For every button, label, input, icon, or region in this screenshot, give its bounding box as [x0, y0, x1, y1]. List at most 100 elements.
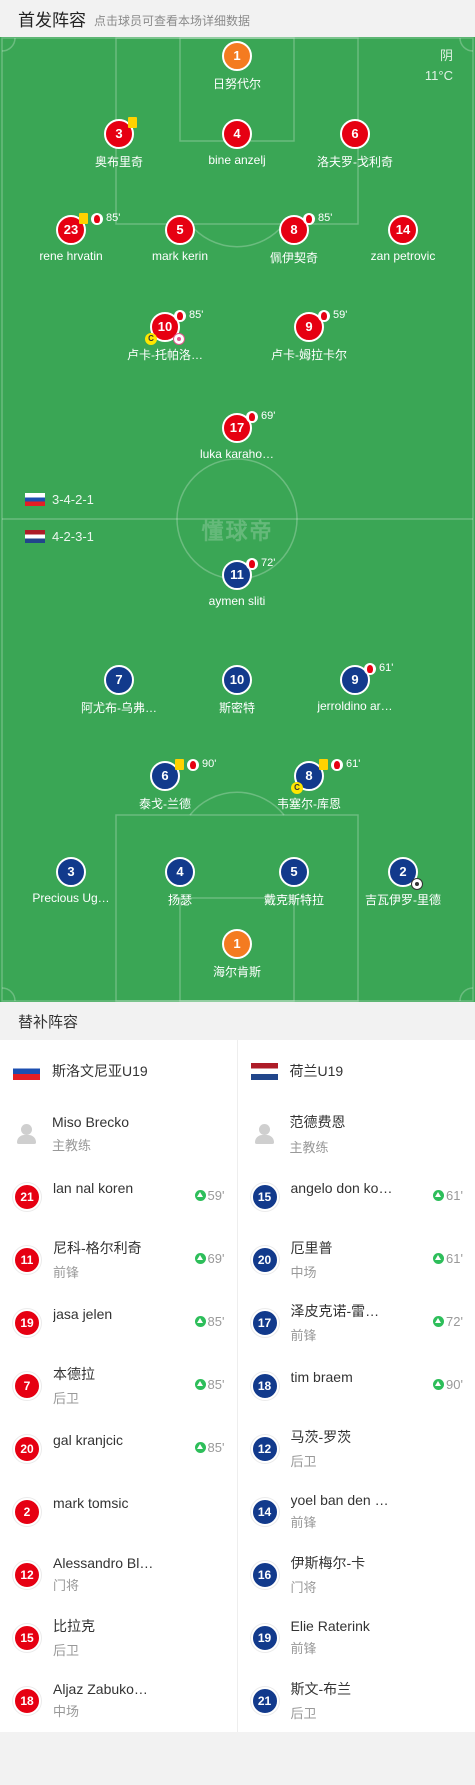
sub-player-info: gal kranjcic	[53, 1432, 168, 1448]
home-player[interactable]: 9 卢卡-姆拉卡尔 59'	[249, 309, 369, 363]
sub-in-time: 72'	[433, 1314, 463, 1329]
away-player[interactable]: 10 斯密特	[177, 665, 297, 716]
sub-player-info: yoel ban den … 前锋	[291, 1492, 406, 1531]
sub-minute: 85'	[318, 212, 333, 224]
sub-player-row[interactable]: 19 Elie Raterink 前锋	[238, 1606, 475, 1669]
away-player[interactable]: 1 海尔肯斯	[177, 929, 297, 980]
sub-in-time: 61'	[433, 1188, 463, 1203]
away-player[interactable]: 3 Precious Ug…	[11, 857, 131, 905]
player-name: zan petrovic	[370, 249, 436, 263]
player-number: 5	[279, 857, 309, 887]
sub-minute: 85'	[189, 309, 204, 321]
sub-player-row[interactable]: 15 比拉克 后卫	[0, 1606, 237, 1669]
home-player[interactable]: 1 日努代尔	[177, 41, 297, 92]
sub-player-row[interactable]: 16 伊斯梅尔-卡 门将	[238, 1543, 475, 1606]
sub-player-number: 12	[250, 1434, 279, 1463]
sub-player-row[interactable]: 21 lan nal koren 59'	[0, 1165, 237, 1228]
sub-player-row[interactable]: 20 厄里普 中场 61'	[238, 1228, 475, 1291]
away-player[interactable]: 9 jerroldino ar… 61'	[295, 662, 415, 713]
sub-player-name: angelo don ko…	[290, 1179, 393, 1196]
sub-in-time: 90'	[433, 1377, 463, 1392]
player-number: 10	[222, 665, 252, 695]
sub-player-row[interactable]: 17 泽皮克诺-雷… 前锋 72'	[238, 1291, 475, 1354]
home-coach[interactable]: Miso Brecko 主教练	[0, 1102, 237, 1165]
sub-player-position: 后卫	[53, 1391, 80, 1406]
home-formation: 3-4-2-1	[25, 492, 94, 507]
away-formation-value: 4-2-3-1	[52, 529, 94, 544]
sub-player-row[interactable]: 19 jasa jelen 85'	[0, 1291, 237, 1354]
sub-player-position: 前锋	[53, 1265, 80, 1280]
home-formation-value: 3-4-2-1	[52, 492, 94, 507]
sub-player-row[interactable]: 12 马茨-罗茨 后卫	[238, 1417, 475, 1480]
home-player[interactable]: 10 卢卡-托帕洛… 85' C	[105, 309, 225, 363]
sub-player-number: 18	[250, 1371, 279, 1400]
sub-player-position: 前锋	[290, 1328, 317, 1343]
sub-player-row[interactable]: 15 angelo don ko… 61'	[238, 1165, 475, 1228]
sub-player-name: Aljaz Zabuko…	[53, 1681, 148, 1697]
player-name: 扬瑟	[167, 893, 192, 907]
yellow-card-icon	[319, 759, 328, 770]
away-player[interactable]: 8 韦塞尔-库恩 61' C	[249, 758, 369, 812]
sub-player-number: 12	[13, 1560, 41, 1589]
home-player[interactable]: 8 佩伊契奇 85'	[234, 212, 354, 266]
away-coach[interactable]: 范德费恩 主教练	[238, 1102, 475, 1165]
away-player[interactable]: 6 泰戈-兰德 90'	[105, 758, 225, 812]
sub-player-row[interactable]: 14 yoel ban den … 前锋	[238, 1480, 475, 1543]
sub-player-number: 19	[250, 1623, 279, 1652]
sub-player-info: tim braem	[291, 1369, 406, 1385]
sub-in-arrow-icon	[194, 1253, 206, 1264]
sub-player-position: 前锋	[290, 1641, 317, 1656]
sub-in-arrow-icon	[194, 1316, 206, 1327]
sub-player-position: 前锋	[290, 1515, 317, 1530]
home-player[interactable]: 4 bine anzelj	[177, 119, 297, 167]
sub-player-info: Aljaz Zabuko… 中场	[53, 1681, 168, 1720]
sub-player-number: 20	[13, 1434, 41, 1463]
sub-out-icon	[246, 411, 258, 423]
sub-in-time: 61'	[433, 1251, 463, 1266]
home-player[interactable]: 14 zan petrovic	[343, 215, 463, 263]
away-player[interactable]: 7 阿尤布-乌弗…	[59, 665, 179, 716]
away-player[interactable]: 2 吉瓦伊罗-里德	[343, 857, 463, 908]
sub-player-row[interactable]: 18 tim braem 90'	[238, 1354, 475, 1417]
sub-in-minute: 59'	[207, 1188, 225, 1203]
home-player[interactable]: 6 洛夫罗-戈利奇	[295, 119, 415, 170]
home-team-header: 斯洛文尼亚U19	[0, 1040, 237, 1102]
sub-out-icon	[91, 213, 103, 225]
player-name: 洛夫罗-戈利奇	[317, 155, 393, 169]
sub-in-time: 85'	[194, 1440, 225, 1455]
player-name: 佩伊契奇	[269, 251, 318, 265]
yellow-card-icon	[79, 213, 88, 224]
sub-player-row[interactable]: 7 本德拉 后卫 85'	[0, 1354, 237, 1417]
sub-player-row[interactable]: 20 gal kranjcic 85'	[0, 1417, 237, 1480]
lineup-header: 首发阵容 点击球员可查看本场详细数据	[0, 0, 475, 37]
sub-player-name: lan nal koren	[53, 1179, 134, 1196]
sub-player-row[interactable]: 11 尼科-格尔利奇 前锋 69'	[0, 1228, 237, 1291]
player-name: jerroldino ar…	[317, 699, 393, 713]
away-player[interactable]: 11 aymen sliti 72'	[177, 557, 297, 608]
sub-player-name: Alessandro Bl…	[53, 1555, 154, 1571]
sub-in-minute: 85'	[207, 1314, 225, 1329]
player-name: 阿尤布-乌弗…	[81, 701, 157, 715]
sub-player-row[interactable]: 2 mark tomsic	[0, 1480, 237, 1543]
sub-player-row[interactable]: 21 斯文-布兰 后卫	[238, 1669, 475, 1732]
sub-player-info: 伊斯梅尔-卡 门将	[291, 1553, 406, 1596]
home-player[interactable]: 23 rene hrvatin 85'	[11, 212, 131, 263]
sub-player-row[interactable]: 12 Alessandro Bl… 门将	[0, 1543, 237, 1606]
home-player[interactable]: 3 奥布里奇	[59, 117, 179, 170]
sub-player-number: 15	[250, 1182, 279, 1211]
page-footer	[0, 1732, 475, 1782]
player-name: 卢卡-托帕洛…	[127, 348, 203, 362]
weather-condition: 阴	[439, 48, 453, 63]
sub-player-row[interactable]: 18 Aljaz Zabuko… 中场	[0, 1669, 237, 1732]
sub-player-info: jasa jelen	[53, 1306, 168, 1322]
home-player[interactable]: 17 luka karaho… 69'	[177, 410, 297, 461]
sub-player-position: 门将	[53, 1578, 80, 1593]
sub-out-icon	[174, 310, 186, 322]
away-player[interactable]: 5 戴克斯特拉	[234, 857, 354, 908]
sub-minute: 61'	[379, 662, 394, 674]
lineup-subtitle: 点击球员可查看本场详细数据	[94, 13, 251, 28]
sub-player-number: 21	[13, 1182, 41, 1211]
away-player[interactable]: 4 扬瑟	[120, 857, 240, 908]
home-player[interactable]: 5 mark kerin	[120, 215, 240, 263]
sub-minute: 72'	[261, 557, 276, 569]
